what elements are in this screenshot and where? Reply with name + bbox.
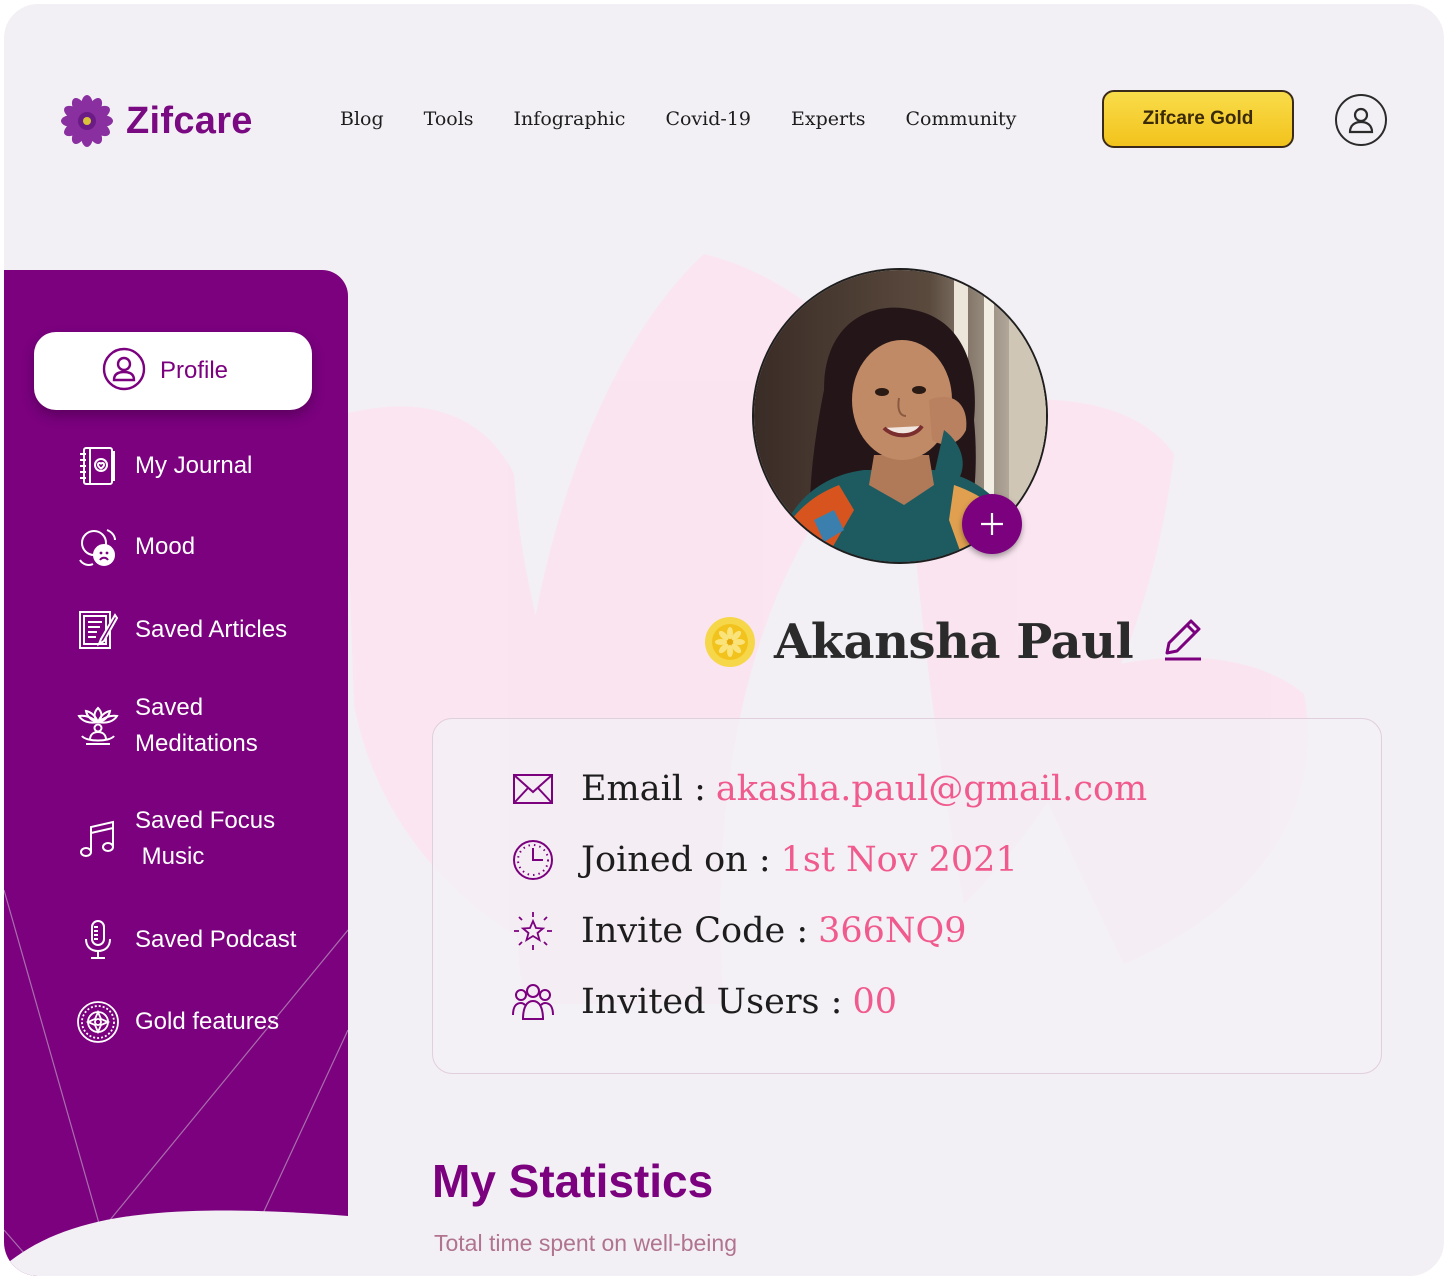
user-account-button[interactable] — [1335, 94, 1387, 146]
add-photo-button[interactable] — [962, 494, 1022, 554]
flower-logo-icon — [61, 95, 113, 147]
sidebar-item-label: Gold features — [135, 1008, 280, 1035]
sidebar-item-label: Saved Focus Music — [135, 807, 276, 870]
sidebar-item-saved-articles[interactable]: Saved Articles — [76, 608, 287, 652]
sidebar-item-saved-focus-music[interactable]: Saved Focus Music — [76, 803, 275, 875]
sidebar-item-saved-podcast[interactable]: Saved Podcast — [76, 918, 296, 962]
journal-icon — [76, 444, 120, 488]
zifcare-gold-button[interactable]: Zifcare Gold — [1102, 90, 1294, 148]
mood-icon — [76, 525, 120, 569]
brand-name: Zifcare — [126, 99, 253, 142]
sidebar-item-label: Saved Podcast — [135, 926, 297, 953]
profile-name: Akansha Paul — [774, 614, 1134, 670]
sidebar-item-label: My Journal — [135, 452, 253, 479]
email-value[interactable]: akasha.paul@gmail.com — [716, 769, 1147, 809]
sidebar-item-my-journal[interactable]: My Journal — [76, 444, 252, 488]
sidebar-item-gold-features[interactable]: Gold features — [76, 1000, 279, 1044]
joined-value: 1st Nov 2021 — [780, 840, 1018, 880]
brand-logo[interactable]: Zifcare — [60, 94, 253, 148]
sidebar: Profile My Journal Mood Saved Articles S… — [4, 270, 348, 1276]
app-frame: Zifcare Blog Tools Infographic Covid-19 … — [4, 4, 1444, 1276]
gold-badge-icon — [76, 1000, 120, 1044]
edit-name-button[interactable] — [1163, 618, 1203, 667]
sidebar-item-label: Mood — [135, 533, 196, 560]
statistics-subtitle: Total time spent on well-being — [434, 1230, 737, 1256]
sidebar-decoration-lines — [4, 889, 348, 1276]
microphone-icon — [76, 918, 120, 962]
joined-label: Joined on : — [581, 840, 771, 880]
sidebar-item-label: Profile — [160, 357, 229, 384]
meditation-icon — [76, 704, 120, 748]
clock-icon — [511, 838, 555, 882]
mail-icon — [511, 767, 555, 811]
sidebar-item-profile[interactable]: Profile — [34, 332, 312, 410]
invited-users-value: 00 — [852, 982, 897, 1022]
main-nav: Blog Tools Infographic Covid-19 Experts … — [340, 108, 1056, 130]
nav-link-covid[interactable]: Covid-19 — [665, 108, 751, 130]
sidebar-item-mood[interactable]: Mood — [76, 525, 195, 569]
nav-link-tools[interactable]: Tools — [424, 108, 474, 130]
profile-info-card: Email : akasha.paul@gmail.com Joined on … — [432, 718, 1382, 1074]
gold-member-badge-icon — [705, 617, 755, 667]
email-label: Email : — [581, 769, 706, 809]
pencil-icon — [1165, 619, 1202, 660]
profile-icon — [102, 347, 146, 396]
joined-row: Joined on : 1st Nov 2021 — [511, 838, 1018, 882]
nav-link-infographic[interactable]: Infographic — [514, 108, 626, 130]
invited-users-label: Invited Users : — [581, 982, 843, 1022]
invite-code-label: Invite Code : — [581, 911, 809, 951]
user-icon — [1348, 107, 1374, 134]
article-icon — [76, 608, 120, 652]
sidebar-bottom-curve — [4, 1210, 348, 1276]
sidebar-item-saved-meditations[interactable]: Saved Meditations — [76, 690, 258, 762]
statistics-title: My Statistics — [432, 1155, 714, 1207]
email-row: Email : akasha.paul@gmail.com — [511, 767, 1147, 811]
sidebar-item-label: Saved Articles — [135, 616, 288, 643]
plus-icon — [981, 513, 1003, 535]
music-icon — [76, 817, 120, 861]
users-icon — [511, 980, 555, 1024]
star-icon — [511, 909, 555, 953]
invited-users-row: Invited Users : 00 — [511, 980, 897, 1024]
profile-name-row: Akansha Paul — [704, 614, 1203, 670]
invite-code-row: Invite Code : 366NQ9 — [511, 909, 967, 953]
sidebar-item-label: Saved Meditations — [135, 694, 258, 757]
nav-link-experts[interactable]: Experts — [791, 108, 865, 130]
nav-link-community[interactable]: Community — [905, 108, 1016, 130]
nav-link-blog[interactable]: Blog — [340, 108, 384, 130]
invite-code-value[interactable]: 366NQ9 — [818, 911, 966, 951]
